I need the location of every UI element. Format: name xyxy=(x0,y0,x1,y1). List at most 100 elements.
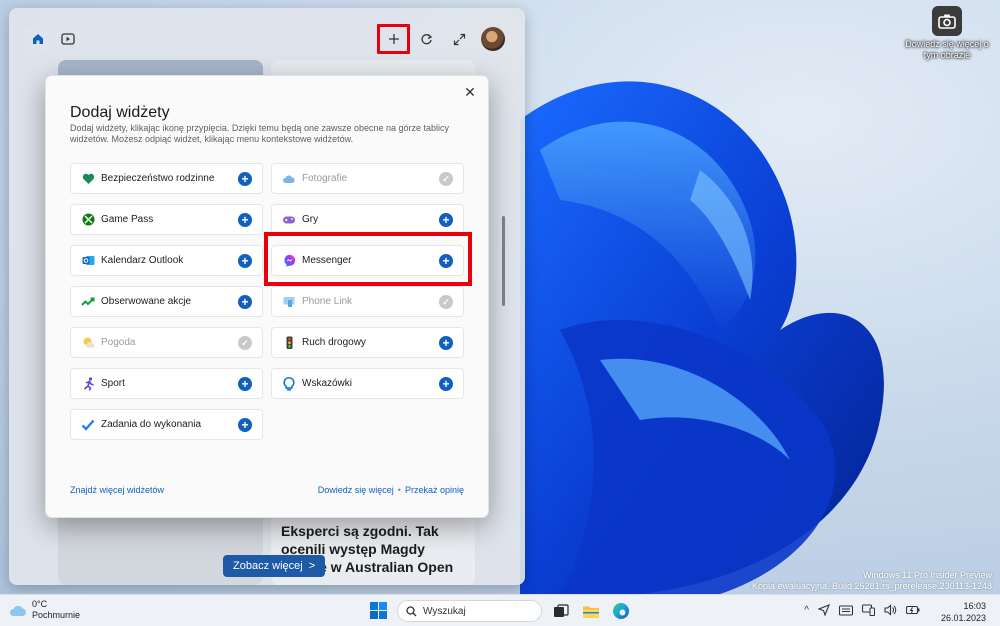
widget-label: Pogoda xyxy=(101,337,136,348)
desktop-learn-more-icon[interactable]: Dowiedz się więcej o tym obrazie xyxy=(902,6,992,61)
find-more-widgets-link[interactable]: Znajdź więcej widżetów xyxy=(70,485,164,495)
traffic-light-icon xyxy=(282,336,296,350)
widget-label: Bezpieczeństwo rodzinne xyxy=(101,173,215,184)
board-toolbar xyxy=(9,8,525,60)
add-widget-button[interactable] xyxy=(377,24,410,54)
widget-label: Ruch drogowy xyxy=(302,337,366,348)
watermark-edition: Windows 11 Pro Insider Preview xyxy=(863,570,992,580)
add-circle-icon[interactable]: + xyxy=(238,172,252,186)
widget-tile-sport[interactable]: Sport + xyxy=(70,368,263,399)
sun-cloud-icon xyxy=(81,336,95,350)
add-circle-icon[interactable]: + xyxy=(238,295,252,309)
learn-more-link[interactable]: Dowiedz się więcej xyxy=(318,485,394,495)
taskbar: 0°C Pochmurnie Wyszukaj ^ 16:03 26.01.20… xyxy=(0,594,1000,626)
widget-label: Zadania do wykonania xyxy=(101,419,202,430)
location-arrow-icon[interactable] xyxy=(818,604,830,616)
phone-link-icon xyxy=(282,295,296,309)
dialog-title: Dodaj widżety xyxy=(70,104,170,121)
display-icon[interactable] xyxy=(862,604,875,616)
clock-date: 26.01.2023 xyxy=(940,613,986,623)
dialog-description: Dodaj widżety, klikając ikonę przypięcia… xyxy=(70,123,450,144)
board-scrollbar[interactable] xyxy=(502,216,505,306)
widget-tile-phone-link: Phone Link ✓ xyxy=(271,286,464,317)
refresh-icon xyxy=(420,33,432,44)
widget-label: Phone Link xyxy=(302,296,353,307)
chevron-right-icon: > xyxy=(308,560,316,572)
widget-tile-obserwowane-akcje[interactable]: Obserwowane akcje + xyxy=(70,286,263,317)
cloud-icon xyxy=(282,172,296,186)
widget-label: Fotografie xyxy=(302,173,348,184)
avatar[interactable] xyxy=(481,27,505,51)
add-circle-icon[interactable]: + xyxy=(439,213,453,227)
widget-tile-wskazowki[interactable]: Wskazówki + xyxy=(271,368,464,399)
feedback-link[interactable]: Przekaż opinię xyxy=(405,485,464,495)
widget-label: Kalendarz Outlook xyxy=(101,255,184,266)
edge-button[interactable] xyxy=(610,600,632,622)
gamepad-icon xyxy=(282,213,296,227)
widget-label: Wskazówki xyxy=(302,378,353,389)
battery-icon[interactable] xyxy=(906,605,920,615)
start-button[interactable] xyxy=(370,602,387,619)
runner-icon xyxy=(81,376,95,391)
xbox-icon xyxy=(81,213,95,227)
clock[interactable]: 16:03 26.01.2023 xyxy=(941,600,986,624)
clock-time: 16:03 xyxy=(963,601,986,611)
home-button[interactable] xyxy=(25,26,51,52)
checkmark-circle-icon: ✓ xyxy=(439,172,453,186)
widget-label: Sport xyxy=(101,378,125,389)
system-tray: ^ xyxy=(804,604,920,616)
expand-button[interactable] xyxy=(446,26,472,52)
lightbulb-icon xyxy=(282,376,296,391)
add-circle-icon[interactable]: + xyxy=(439,336,453,350)
widget-tile-gry[interactable]: Gry + xyxy=(271,204,464,235)
link-separator: • xyxy=(397,485,401,495)
widget-tile-bezpieczenstwo-rodzinne[interactable]: Bezpieczeństwo rodzinne + xyxy=(70,163,263,194)
heart-shield-icon xyxy=(81,172,95,186)
show-hidden-icons-button[interactable]: ^ xyxy=(804,605,809,616)
expand-icon xyxy=(453,33,465,45)
file-explorer-button[interactable] xyxy=(580,600,602,622)
task-view-button[interactable] xyxy=(550,600,572,622)
widget-label: Gry xyxy=(302,214,319,225)
keyboard-icon[interactable] xyxy=(839,604,853,616)
video-icon xyxy=(61,33,75,45)
weather-temperature: 0°C xyxy=(32,599,48,609)
messenger-highlight-box xyxy=(264,232,472,286)
see-more-label: Zobacz więcej xyxy=(233,560,303,572)
widget-tile-game-pass[interactable]: Game Pass + xyxy=(70,204,263,235)
refresh-button[interactable] xyxy=(413,26,439,52)
weather-condition: Pochmurnie xyxy=(32,610,81,620)
widget-tile-ruch-drogowy[interactable]: Ruch drogowy + xyxy=(271,327,464,358)
add-circle-icon[interactable]: + xyxy=(238,213,252,227)
plus-icon xyxy=(388,34,399,44)
close-icon[interactable]: ✕ xyxy=(461,83,479,101)
windows-logo-icon xyxy=(370,602,387,619)
folder-icon xyxy=(583,606,599,618)
see-more-button[interactable]: Zobacz więcej > xyxy=(223,555,326,577)
widget-tile-pogoda: Pogoda ✓ xyxy=(70,327,263,358)
add-circle-icon[interactable]: + xyxy=(238,418,252,432)
add-circle-icon[interactable]: + xyxy=(238,377,252,391)
home-icon xyxy=(33,34,43,44)
search-icon xyxy=(406,605,417,616)
speaker-icon[interactable] xyxy=(884,604,897,616)
widget-label: Obserwowane akcje xyxy=(101,296,192,307)
edge-icon xyxy=(613,603,629,619)
search-box[interactable]: Wyszukaj xyxy=(397,600,542,622)
checkmark-circle-icon: ✓ xyxy=(238,336,252,350)
weather-widget[interactable]: 0°C Pochmurnie xyxy=(9,599,80,621)
camera-icon xyxy=(932,6,962,36)
widget-tile-zadania-do-wykonania[interactable]: Zadania do wykonania + xyxy=(70,409,263,440)
add-circle-icon[interactable]: + xyxy=(238,254,252,268)
widget-tile-fotografie: Fotografie ✓ xyxy=(271,163,464,194)
stocks-icon xyxy=(81,295,95,309)
widget-label: Game Pass xyxy=(101,214,154,225)
build-watermark: Windows 11 Pro Insider Preview Kopia ewa… xyxy=(752,570,992,592)
desktop-icon-label: Dowiedz się więcej o tym obrazie xyxy=(905,39,989,60)
search-placeholder: Wyszukaj xyxy=(423,605,466,617)
widget-tile-kalendarz-outlook[interactable]: Kalendarz Outlook + xyxy=(70,245,263,276)
cloud-icon xyxy=(10,605,26,616)
task-view-icon xyxy=(554,604,569,617)
add-circle-icon[interactable]: + xyxy=(439,377,453,391)
video-button[interactable] xyxy=(55,26,81,52)
